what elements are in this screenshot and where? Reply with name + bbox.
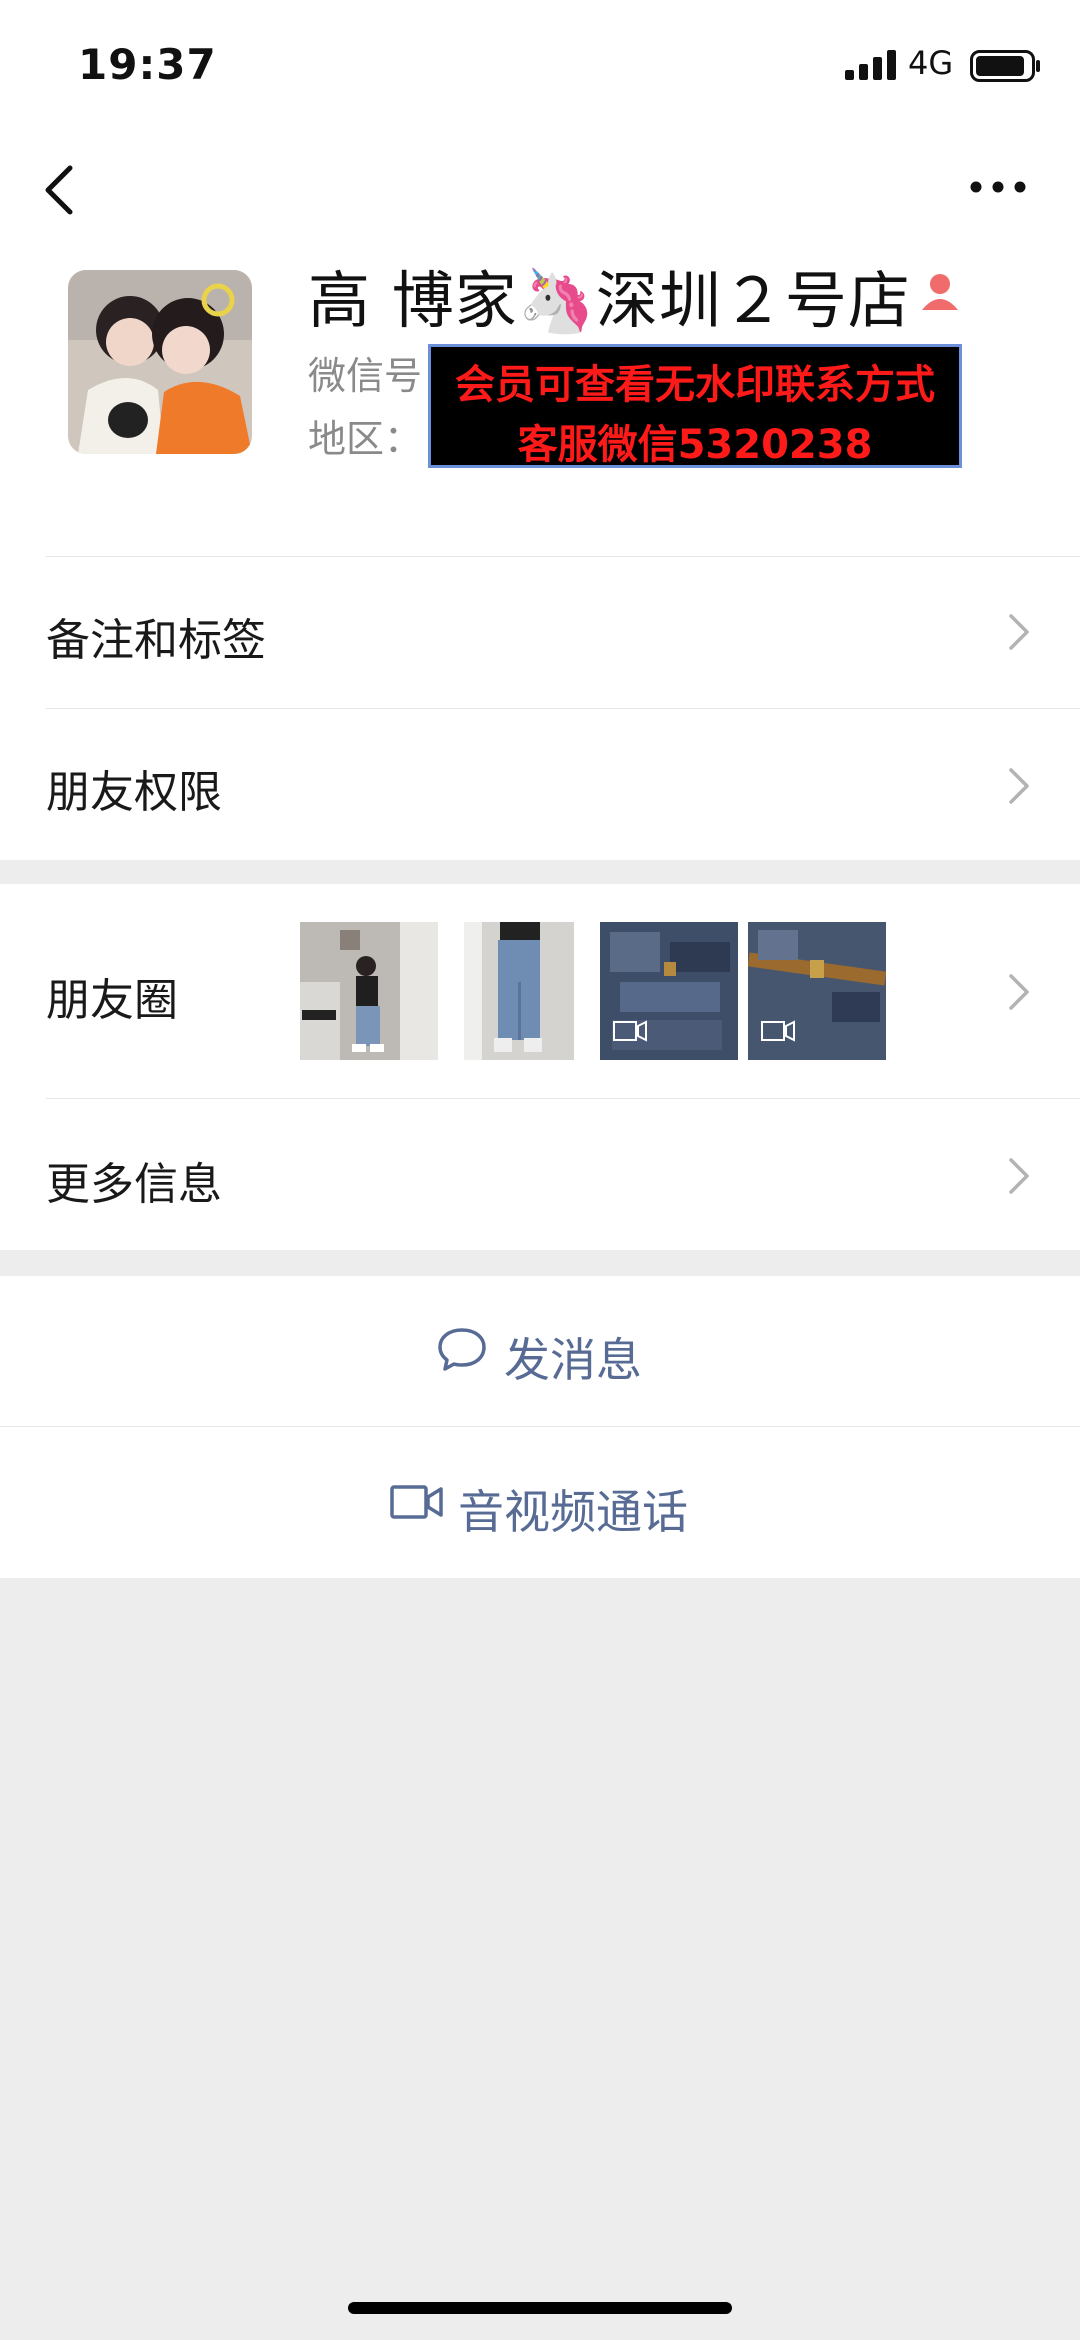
friend-permissions-label: 朋友权限 xyxy=(46,767,222,818)
signal-icon xyxy=(845,50,896,80)
person-badge-icon xyxy=(922,274,958,310)
nav-bar xyxy=(0,130,1080,250)
more-options-icon[interactable] xyxy=(968,172,1028,202)
watermark-text-line2: 客服微信5320238 xyxy=(517,422,873,468)
region-label: 地区： xyxy=(308,417,423,461)
moments-thumbnail xyxy=(300,922,438,1060)
moments-label: 朋友圈 xyxy=(46,975,178,1026)
back-arrow-icon[interactable] xyxy=(40,160,80,220)
moments-photo-1 xyxy=(300,922,438,1060)
send-message-label: 发消息 xyxy=(504,1333,642,1387)
status-time: 19:37 xyxy=(78,40,217,89)
profile-name: 高 博家🦄深圳２号店 xyxy=(308,264,911,337)
video-call-label: 音视频通话 xyxy=(458,1485,688,1539)
chevron-right-icon xyxy=(1009,974,1029,1010)
chevron-right-icon xyxy=(1009,1158,1029,1194)
moments-photo-2 xyxy=(464,922,574,1060)
moments-video-1 xyxy=(600,922,738,1060)
wechat-id-label: 微信号 xyxy=(308,354,423,398)
moments-thumbnail xyxy=(600,922,738,1060)
video-camera-icon xyxy=(390,1485,443,1519)
network-type: 4G xyxy=(908,44,954,82)
chevron-right-icon xyxy=(1009,614,1029,650)
moments-video-2 xyxy=(748,922,886,1060)
home-indicator[interactable] xyxy=(348,2302,732,2314)
chat-bubble-icon xyxy=(438,1328,486,1371)
chevron-right-icon xyxy=(1009,768,1029,804)
avatar-image xyxy=(68,270,252,454)
watermark-text-line1: 会员可查看无水印联系方式 xyxy=(455,362,935,408)
more-info-label: 更多信息 xyxy=(46,1159,222,1210)
moments-thumbnail xyxy=(464,922,574,1060)
remarks-tags-label: 备注和标签 xyxy=(46,615,266,666)
avatar[interactable] xyxy=(68,270,252,454)
battery-icon xyxy=(970,50,1040,82)
moments-thumbnail xyxy=(748,922,886,1060)
